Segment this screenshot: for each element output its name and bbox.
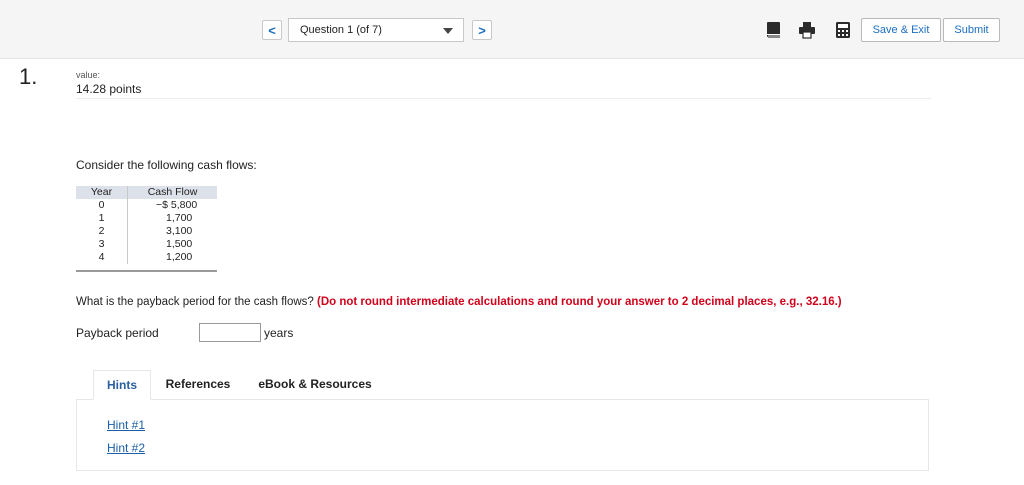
year-cell: 2 [76,225,128,238]
answer-unit: years [264,326,294,340]
question-number: 1. [19,64,38,89]
question-intro: Consider the following cash flows: [76,158,257,172]
print-icon[interactable] [798,21,816,39]
previous-question-button[interactable]: < [262,20,282,40]
points-value: 14.28 points [76,82,142,96]
column-header-year: Year [76,186,128,199]
cash-flow-cell: −$ 5,800 [156,199,198,211]
divider [76,98,931,99]
year-cell: 0 [76,199,128,212]
submit-button[interactable]: Submit [943,18,1000,42]
value-label: value: [76,70,101,80]
payback-period-label: Payback period [76,326,159,340]
hint-link-1[interactable]: Hint #1 [107,418,145,432]
question-selector[interactable]: Question 1 (of 7) [288,18,464,42]
cash-flow-cell: 1,700 [166,212,193,224]
tab-ebook-resources[interactable]: eBook & Resources [252,370,378,400]
rounding-instruction: (Do not round intermediate calculations … [316,296,842,308]
year-cell: 3 [76,238,128,251]
chevron-down-icon [443,28,453,34]
year-cell: 1 [76,212,128,225]
calculator-icon[interactable] [834,21,852,39]
tab-references[interactable]: References [160,370,236,400]
cash-flow-table: Year Cash Flow 0 −$ 5,800 1 1,700 2 3,10… [76,186,217,264]
table-header-row: Year Cash Flow [76,186,217,199]
cash-flow-cell: 1,500 [166,238,193,250]
table-row: 1 1,700 [76,212,217,225]
table-row: 2 3,100 [76,225,217,238]
book-icon[interactable] [765,21,783,39]
column-header-cash-flow: Cash Flow [127,186,217,199]
top-toolbar: < Question 1 (of 7) > Save & Exit Submit [0,0,1024,59]
table-row: 4 1,200 [76,251,217,264]
year-cell: 4 [76,251,128,264]
table-row: 0 −$ 5,800 [76,199,217,212]
cash-flow-cell: 1,200 [166,251,193,263]
next-question-button[interactable]: > [472,20,492,40]
table-row: 3 1,500 [76,238,217,251]
hint-link-2[interactable]: Hint #2 [107,441,145,455]
save-exit-button[interactable]: Save & Exit [861,18,941,42]
cash-flow-cell: 3,100 [166,225,193,237]
payback-period-input[interactable] [199,323,261,342]
tab-hints[interactable]: Hints [93,370,151,400]
prompt-text: What is the payback period for the cash … [76,296,317,308]
table-bottom-rule [76,270,217,272]
hints-panel [76,399,929,471]
question-prompt: What is the payback period for the cash … [76,296,842,308]
question-selector-label: Question 1 (of 7) [300,24,382,36]
